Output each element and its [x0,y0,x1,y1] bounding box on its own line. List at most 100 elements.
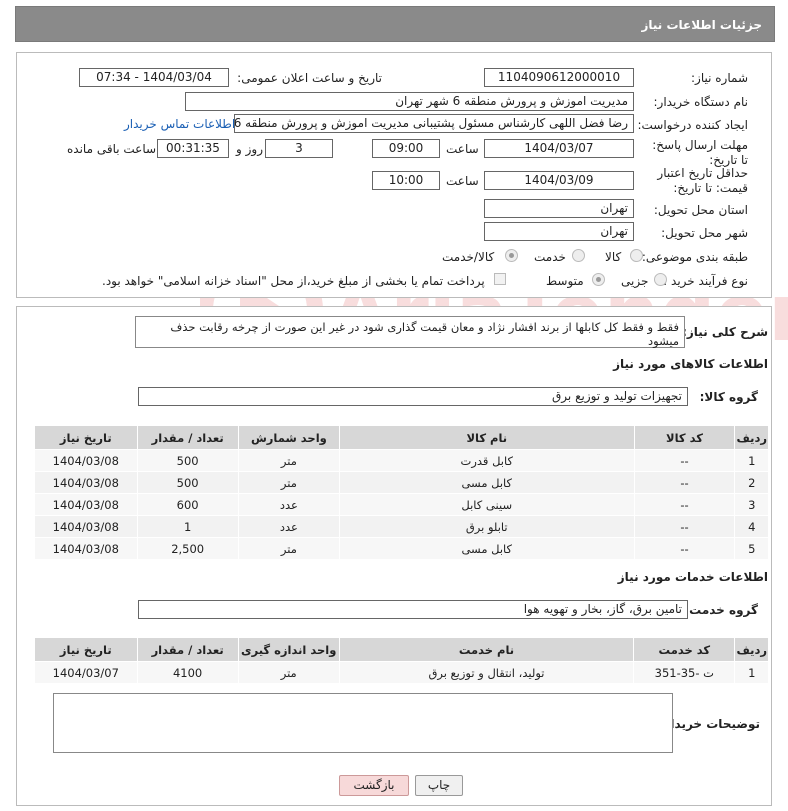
cell-quantity: 4100 [136,661,239,684]
cell-date: 1404/03/08 [34,515,138,538]
goods-group-label: گروه کالا: [699,390,758,404]
services-group-label: گروه خدمت: [684,603,758,617]
treasury-payment-checkbox[interactable] [494,273,506,285]
cell-date: 1404/03/07 [34,661,138,684]
cell-date: 1404/03/08 [34,471,138,494]
cell-unit: متر [237,661,340,684]
col-goods-name: نام کالا [339,425,635,450]
cell-quantity: 600 [136,493,239,516]
purchase-radio-medium[interactable] [592,273,605,286]
table-row: 1 ت -35-351 تولید، انتقال و توزیع برق مت… [34,661,769,684]
creator-field: رضا فضل اللهی کارشناس مسئول پشتیبانی مدی… [234,114,634,133]
city-field: تهران [484,222,634,241]
cell-unit: متر [237,471,341,494]
deadline-time-label: ساعت [446,142,479,156]
table-row: 5 -- کابل مسی متر 2,500 1404/03/08 [34,537,769,560]
page-title: جزئیات اطلاعات نیاز [641,18,762,32]
cell-name: سینی کابل [339,493,635,516]
cell-name: کابل قدرت [339,449,635,472]
need-number-field: 1104090612000010 [484,68,634,87]
col-unit: واحد شمارش [237,425,341,450]
cell-code: -- [633,537,736,560]
cell-quantity: 2,500 [136,537,239,560]
col-unit: واحد اندازه گیری [237,637,340,662]
cell-unit: متر [237,449,341,472]
table-row: 4 -- تابلو برق عدد 1 1404/03/08 [34,515,769,538]
cell-row: 2 [734,471,769,494]
cell-unit: عدد [237,515,341,538]
category-radio-goods-service[interactable] [505,249,518,262]
buyer-contact-link[interactable]: اطلاعات تماس خریدار [124,117,235,131]
need-number-label: شماره نیاز: [691,71,748,85]
cell-row: 1 [734,449,769,472]
col-quantity: تعداد / مقدار [136,637,239,662]
purchase-radio-minor[interactable] [654,273,667,286]
deadline-date-field: 1404/03/07 [484,139,634,158]
validity-time-field: 10:00 [372,171,440,190]
cell-date: 1404/03/08 [34,449,138,472]
buyer-org-field: مدیریت اموزش و پرورش منطقه 6 شهر تهران [185,92,634,111]
remaining-time-field: 00:31:35 [157,139,229,158]
cell-name: تولید، انتقال و توزیع برق [338,661,635,684]
cell-row: 3 [734,493,769,516]
cell-code: -- [633,515,736,538]
goods-group-field: تجهیزات تولید و توزیع برق [138,387,688,406]
cell-date: 1404/03/08 [34,537,138,560]
table-row: 3 -- سینی کابل عدد 600 1404/03/08 [34,493,769,516]
back-button[interactable]: بازگشت [339,775,409,796]
treasury-payment-note: پرداخت تمام یا بخشی از مبلغ خرید،از محل … [102,274,485,288]
category-radio-service[interactable] [572,249,585,262]
category-label: طبقه بندی موضوعی: [641,250,748,264]
table-row: 1 -- کابل قدرت متر 500 1404/03/08 [34,449,769,472]
description-textarea[interactable]: فقط و فقط کل کابلها از برند افشار نژاد و… [135,316,685,348]
cell-date: 1404/03/08 [34,493,138,516]
purchase-option-medium: متوسط [546,274,584,288]
category-option-goods-service: کالا/خدمت [442,250,495,264]
services-section-title: اطلاعات خدمات مورد نیاز [617,570,768,584]
services-table-header: ردیف کد خدمت نام خدمت واحد اندازه گیری ت… [34,637,769,662]
cell-unit: متر [237,537,341,560]
cell-name: کابل مسی [339,537,635,560]
page-header: جزئیات اطلاعات نیاز [15,6,775,42]
announce-label: تاریخ و ساعت اعلان عمومی: [237,71,382,85]
cell-quantity: 500 [136,471,239,494]
remaining-label: ساعت باقی مانده [67,142,157,156]
purchase-option-minor: جزیی [621,274,649,288]
purchase-type-label: نوع فرآیند خرید : [663,274,748,288]
cell-row: 1 [734,661,769,684]
cell-quantity: 1 [136,515,239,538]
col-row: ردیف [734,637,769,662]
cell-row: 4 [734,515,769,538]
col-goods-code: کد کالا [633,425,736,450]
table-row: 2 -- کابل مسی متر 500 1404/03/08 [34,471,769,494]
city-label: شهر محل تحویل: [661,226,748,240]
cell-code: ت -35-351 [633,661,736,684]
deadline-label: مهلت ارسال پاسخ: تا تاریخ: [652,138,748,167]
services-table: ردیف کد خدمت نام خدمت واحد اندازه گیری ت… [34,637,769,684]
province-field: تهران [484,199,634,218]
validity-label: حداقل تاریخ اعتبار قیمت: تا تاریخ: [657,166,748,195]
cell-quantity: 500 [136,449,239,472]
cell-code: -- [633,471,736,494]
description-label: شرح کلی نیاز: [682,325,768,339]
category-option-goods: کالا [605,250,622,264]
col-row: ردیف [734,425,769,450]
services-group-field: تامین برق، گاز، بخار و تهویه هوا [138,600,688,619]
cell-name: تابلو برق [339,515,635,538]
category-option-service: خدمت [534,250,566,264]
col-service-code: کد خدمت [633,637,736,662]
announce-field: 1404/03/04 - 07:34 [79,68,229,87]
cell-code: -- [633,493,736,516]
deadline-time-field: 09:00 [372,139,440,158]
category-radio-goods[interactable] [630,249,643,262]
buyer-org-label: نام دستگاه خریدار: [653,95,749,109]
goods-table-header: ردیف کد کالا نام کالا واحد شمارش تعداد /… [34,425,769,450]
cell-name: کابل مسی [339,471,635,494]
goods-section-title: اطلاعات کالاهای مورد نیاز [613,357,768,371]
cell-unit: عدد [237,493,341,516]
col-need-date: تاریخ نیاز [34,637,138,662]
days-field: 3 [265,139,333,158]
print-button[interactable]: چاپ [415,775,463,796]
days-label: روز و [236,142,263,156]
buyer-notes-textarea[interactable] [53,693,673,753]
